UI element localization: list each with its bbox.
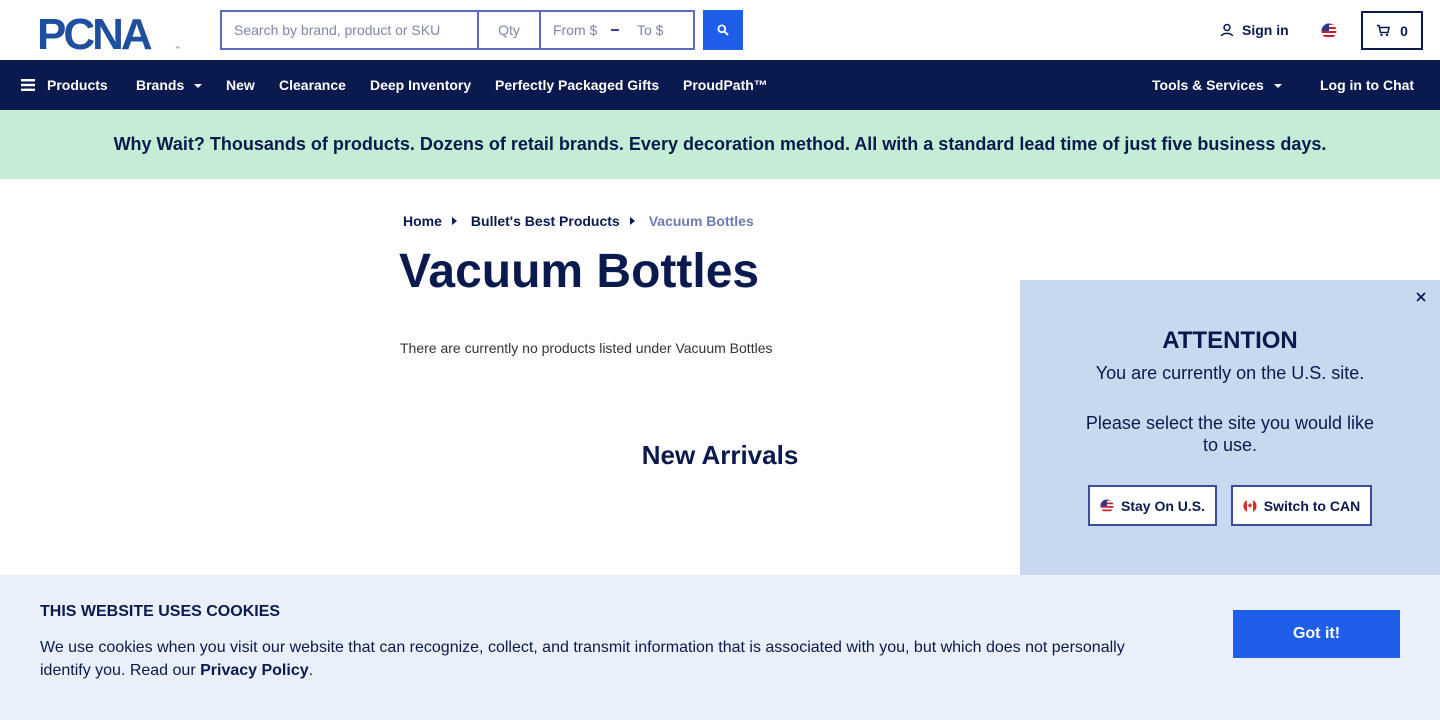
stay-on-us-label: Stay On U.S.: [1120, 497, 1206, 514]
nav-clearance[interactable]: Clearance: [279, 60, 346, 110]
switch-to-can-label: Switch to CAN: [1263, 497, 1361, 514]
us-flag-icon: [1100, 498, 1114, 513]
page-title: Vacuum Bottles: [399, 245, 760, 298]
nav-tools-services[interactable]: Tools & Services: [1152, 60, 1282, 110]
chevron-down-icon: [194, 84, 203, 88]
breadcrumb-bullets-best[interactable]: Bullet's Best Products: [471, 213, 620, 229]
price-range-dash: [611, 29, 619, 31]
stay-on-us-button[interactable]: Stay On U.S.: [1088, 485, 1217, 526]
breadcrumb-home[interactable]: Home: [403, 213, 442, 229]
nav-proudpath[interactable]: ProudPath™: [683, 60, 768, 110]
search-button[interactable]: [703, 10, 743, 50]
nav-new-label: New: [226, 77, 255, 93]
nav-deep-inventory[interactable]: Deep Inventory: [370, 60, 471, 110]
nav-proudpath-label: ProudPath™: [683, 77, 768, 93]
nav-tools-label: Tools & Services: [1152, 77, 1264, 93]
nav-perfectly-packaged-gifts[interactable]: Perfectly Packaged Gifts: [495, 60, 659, 110]
cart-count: 0: [1400, 22, 1408, 39]
nav-gifts-label: Perfectly Packaged Gifts: [495, 77, 660, 93]
svg-text:™: ™: [175, 46, 180, 52]
nav-deep-inventory-label: Deep Inventory: [370, 77, 472, 93]
logo-text: PCNA: [37, 12, 152, 52]
breadcrumb: Home Bullet's Best Products Vacuum Bottl…: [403, 213, 754, 229]
search-bar: [220, 10, 695, 50]
cart-button[interactable]: 0: [1361, 11, 1423, 50]
nav-login-chat[interactable]: Log in to Chat: [1320, 60, 1414, 110]
pcna-logo[interactable]: PCNA ™: [37, 12, 185, 52]
price-range: [540, 10, 695, 50]
qty-input[interactable]: [478, 10, 540, 50]
hamburger-icon: [21, 79, 35, 91]
search-icon: [717, 24, 729, 36]
breadcrumb-separator-icon: [451, 217, 457, 225]
promo-banner: Why Wait? Thousands of products. Dozens …: [0, 110, 1440, 179]
nav-products-label: Products: [47, 77, 108, 93]
promo-banner-text: Why Wait? Thousands of products. Dozens …: [113, 134, 1327, 154]
nav-brands[interactable]: Brands: [136, 60, 203, 110]
sign-in-link[interactable]: Sign in: [1220, 22, 1289, 38]
nav-brands-label: Brands: [136, 77, 185, 93]
price-to-input[interactable]: [625, 12, 693, 48]
popup-current-site-text: You are currently on the U.S. site.: [1095, 363, 1365, 383]
canada-flag-icon: [1243, 498, 1257, 513]
cookie-text-end: .: [308, 662, 314, 679]
cookie-banner: THIS WEBSITE USES COOKIES We use cookies…: [0, 575, 1440, 720]
popup-select-text: Please select the site you would like to…: [1085, 413, 1375, 455]
sign-in-label: Sign in: [1242, 22, 1289, 38]
close-button[interactable]: [1412, 288, 1430, 306]
site-header: PCNA ™ Sign in: [0, 0, 1440, 60]
breadcrumb-current: Vacuum Bottles: [648, 213, 754, 229]
nav-products[interactable]: Products: [21, 60, 108, 110]
main-nav: Products Brands New Clearance Deep Inven…: [0, 60, 1440, 110]
nav-clearance-label: Clearance: [279, 77, 346, 93]
empty-products-message: There are currently no products listed u…: [400, 340, 773, 356]
cookie-title: THIS WEBSITE USES COOKIES: [40, 603, 281, 620]
us-flag-icon[interactable]: [1321, 23, 1337, 39]
chevron-down-icon: [1273, 84, 1282, 88]
close-icon: [1416, 292, 1426, 302]
user-icon: [1220, 23, 1234, 37]
cookie-accept-button[interactable]: Got it!: [1233, 610, 1400, 658]
search-input[interactable]: [220, 10, 478, 50]
price-from-input[interactable]: [541, 12, 609, 48]
nav-chat-label: Log in to Chat: [1320, 77, 1415, 93]
cart-icon: [1377, 24, 1391, 37]
breadcrumb-separator-icon: [629, 217, 635, 225]
switch-to-can-button[interactable]: Switch to CAN: [1231, 485, 1372, 526]
site-selection-popup: ATTENTION You are currently on the U.S. …: [1020, 280, 1440, 575]
cookie-text: We use cookies when you visit our websit…: [40, 636, 1140, 682]
popup-title: ATTENTION: [1162, 327, 1298, 354]
privacy-policy-link[interactable]: Privacy Policy: [200, 662, 309, 679]
nav-new[interactable]: New: [226, 60, 255, 110]
